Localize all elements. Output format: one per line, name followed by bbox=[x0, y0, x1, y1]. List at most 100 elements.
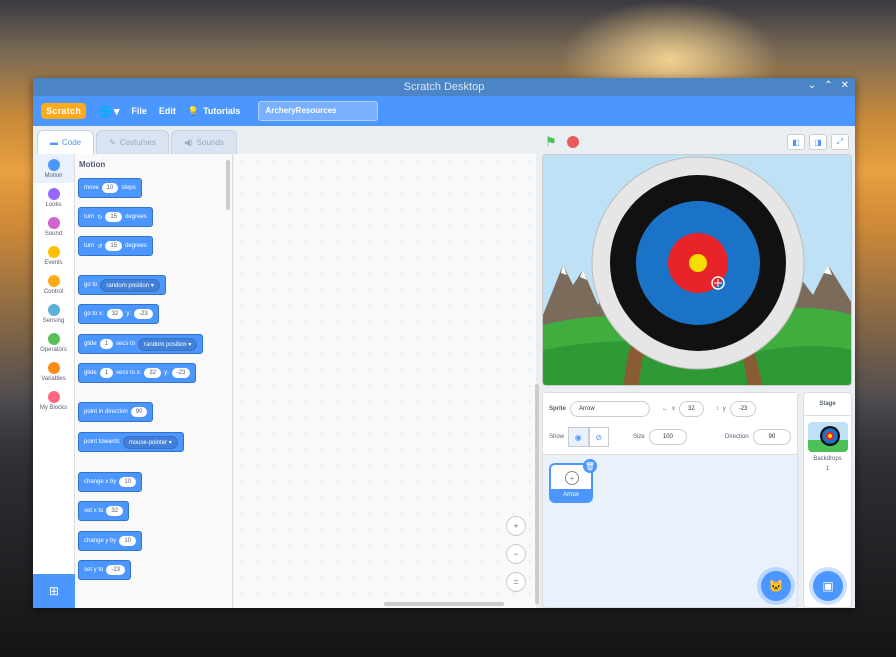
block-text: secs to bbox=[116, 341, 136, 347]
block-input[interactable]: 32 bbox=[144, 368, 162, 378]
category-sound[interactable]: Sound bbox=[33, 212, 74, 241]
block-input[interactable]: 32 bbox=[106, 309, 124, 319]
block-turn-ccw[interactable]: turn ↺ 15 degrees bbox=[78, 236, 153, 256]
dropdown-value: random position bbox=[144, 341, 187, 348]
fullscreen-button[interactable]: ⤢ bbox=[831, 134, 849, 150]
block-dropdown[interactable]: random position ▾ bbox=[100, 278, 160, 292]
tutorials-menu[interactable]: 💡 Tutorials bbox=[188, 106, 241, 117]
block-text: turn bbox=[84, 243, 95, 249]
block-input[interactable]: 1 bbox=[99, 339, 114, 349]
block-input[interactable]: 10 bbox=[101, 183, 119, 193]
language-menu[interactable]: 🌐 ▾ bbox=[98, 105, 119, 118]
category-label: Looks bbox=[45, 201, 62, 208]
block-go-to-xy[interactable]: go to x: 32 y: -23 bbox=[78, 304, 159, 324]
block-input[interactable]: -23 bbox=[106, 565, 126, 575]
block-input[interactable]: 32 bbox=[106, 506, 124, 516]
backdrops-label: Backdrops bbox=[813, 456, 842, 462]
category-events[interactable]: Events bbox=[33, 241, 74, 270]
sprite-size-input[interactable]: 100 bbox=[648, 429, 687, 445]
category-my-blocks[interactable]: My Blocks bbox=[33, 386, 74, 415]
sprite-x-input[interactable]: 32 bbox=[679, 401, 704, 417]
block-text: y: bbox=[164, 370, 169, 376]
sprite-direction-input[interactable]: 90 bbox=[752, 429, 791, 445]
block-input[interactable]: 90 bbox=[130, 407, 148, 417]
sprite-y-input[interactable]: -23 bbox=[729, 401, 757, 417]
category-label: Operators bbox=[40, 346, 67, 353]
events-dot-icon bbox=[47, 245, 60, 258]
green-flag-icon[interactable]: ⚑ bbox=[545, 134, 557, 150]
edit-menu[interactable]: Edit bbox=[159, 106, 176, 116]
minimize-icon[interactable]: ⌄ bbox=[808, 80, 816, 91]
control-dot-icon bbox=[47, 274, 60, 287]
block-go-to[interactable]: go to random position ▾ bbox=[78, 275, 166, 295]
block-set-x[interactable]: set x to 32 bbox=[78, 501, 130, 521]
file-menu[interactable]: File bbox=[131, 106, 147, 116]
category-motion[interactable]: Motion bbox=[33, 154, 74, 183]
script-v-scrollbar[interactable] bbox=[535, 384, 539, 604]
block-glide-to[interactable]: glide 1 secs to random position ▾ bbox=[78, 334, 204, 354]
stage-canvas[interactable] bbox=[542, 154, 852, 386]
category-menu: Motion Looks Sound Events Control Sensin… bbox=[33, 154, 75, 608]
cat-icon: 🐱 bbox=[768, 579, 784, 593]
category-control[interactable]: Control bbox=[33, 270, 74, 299]
script-area[interactable]: + − = bbox=[234, 154, 539, 608]
block-glide-xy[interactable]: glide 1 secs to x: 32 y: -23 bbox=[78, 363, 197, 383]
variables-dot-icon bbox=[47, 361, 60, 374]
show-hidden-button[interactable]: ⊘ bbox=[588, 427, 609, 447]
block-input[interactable]: 10 bbox=[119, 477, 137, 487]
category-variables[interactable]: Variables bbox=[33, 357, 74, 386]
globe-icon: 🌐 bbox=[98, 105, 112, 118]
block-dropdown[interactable]: random position ▾ bbox=[138, 337, 198, 351]
block-dropdown[interactable]: mouse-pointer ▾ bbox=[122, 435, 178, 449]
block-set-y[interactable]: set y to -23 bbox=[78, 560, 132, 580]
block-text: secs to x: bbox=[116, 370, 142, 376]
category-sensing[interactable]: Sensing bbox=[33, 299, 74, 328]
tab-sounds[interactable]: ◀) Sounds bbox=[170, 130, 237, 154]
category-looks[interactable]: Looks bbox=[33, 183, 74, 212]
block-change-x[interactable]: change x by 10 bbox=[78, 472, 143, 492]
zoom-out-button[interactable]: − bbox=[506, 544, 526, 564]
tab-sounds-label: Sounds bbox=[196, 138, 224, 147]
block-input[interactable]: 15 bbox=[105, 241, 123, 251]
sprite-name-input[interactable]: Arrow bbox=[570, 401, 651, 417]
block-point-direction[interactable]: point in direction 90 bbox=[78, 402, 154, 422]
stage-thumbnail[interactable] bbox=[807, 422, 848, 452]
tab-code[interactable]: ▬ Code bbox=[37, 130, 95, 154]
project-title-input[interactable]: ArcheryResources bbox=[258, 101, 379, 121]
size-label: Size bbox=[632, 434, 645, 440]
category-operators[interactable]: Operators bbox=[33, 328, 74, 357]
block-move[interactable]: move 10 steps bbox=[78, 178, 142, 198]
small-stage-button[interactable]: ◧ bbox=[787, 134, 805, 150]
choose-sprite-button[interactable]: 🐱 bbox=[761, 571, 791, 601]
large-stage-button[interactable]: ◨ bbox=[809, 134, 827, 150]
zoom-reset-icon: = bbox=[513, 577, 519, 587]
block-change-y[interactable]: change y by 10 bbox=[78, 531, 143, 551]
close-icon[interactable]: ✕ bbox=[841, 80, 849, 91]
scratch-logo[interactable]: Scratch bbox=[41, 103, 87, 119]
tab-costumes[interactable]: ✎ Costumes bbox=[96, 130, 169, 154]
block-text: go to x: bbox=[84, 311, 104, 317]
block-point-towards[interactable]: point towards mouse-pointer ▾ bbox=[78, 432, 184, 452]
block-input[interactable]: 15 bbox=[105, 212, 123, 222]
block-input[interactable]: -23 bbox=[171, 368, 191, 378]
maximize-icon[interactable]: ⌃ bbox=[824, 80, 832, 91]
y-label: y bbox=[722, 406, 726, 412]
sprite-label: Sprite bbox=[549, 406, 567, 412]
operators-dot-icon bbox=[47, 332, 60, 345]
block-input[interactable]: 1 bbox=[99, 368, 114, 378]
add-extension-button[interactable]: ⊞ bbox=[33, 574, 75, 608]
stop-icon[interactable] bbox=[566, 136, 579, 148]
script-h-scrollbar[interactable] bbox=[384, 602, 504, 606]
zoom-in-button[interactable]: + bbox=[506, 516, 526, 536]
palette-scrollbar[interactable] bbox=[226, 160, 230, 210]
zoom-reset-button[interactable]: = bbox=[506, 572, 526, 592]
block-input[interactable]: 10 bbox=[119, 536, 137, 546]
block-input[interactable]: -23 bbox=[134, 309, 153, 319]
choose-backdrop-button[interactable]: ▣ bbox=[813, 571, 843, 601]
sprite-thumbnail-arrow[interactable]: + 🗑 Arrow bbox=[549, 459, 597, 503]
block-turn-cw[interactable]: turn ↻ 15 degrees bbox=[78, 207, 153, 227]
sprite-crosshair-icon: + bbox=[565, 471, 579, 485]
delete-sprite-icon[interactable]: 🗑 bbox=[583, 459, 597, 473]
block-palette: Motion move 10 steps turn ↻ 15 degrees turn ↺ 1… bbox=[75, 154, 233, 608]
show-visible-button[interactable]: ◉ bbox=[568, 427, 589, 447]
